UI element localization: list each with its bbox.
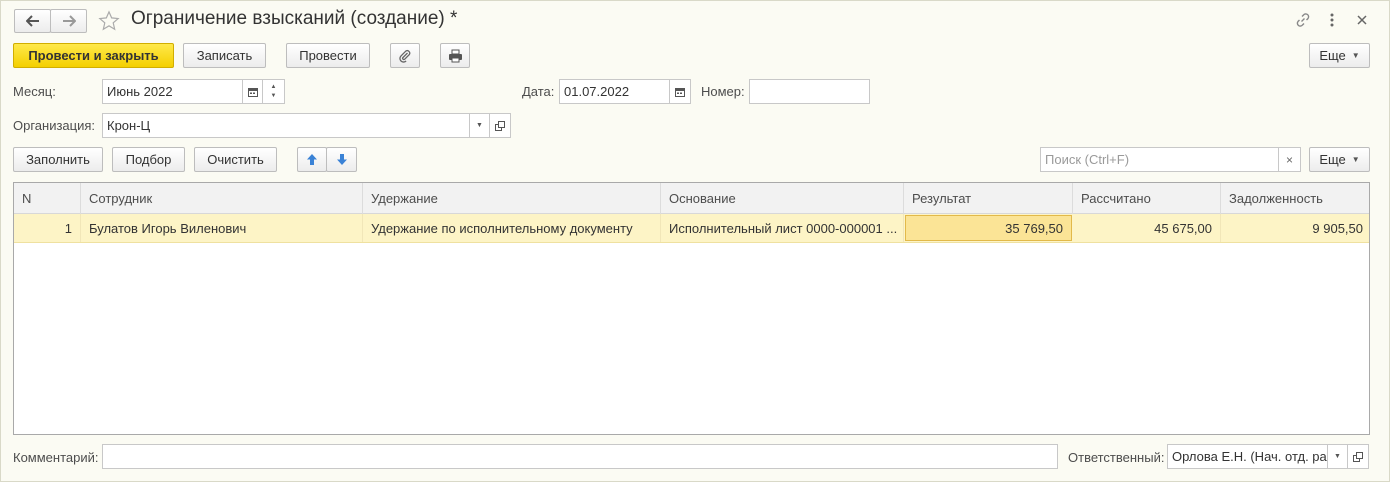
responsible-open-button[interactable]: [1347, 444, 1369, 469]
more-label: Еще: [1319, 48, 1346, 63]
calendar-button[interactable]: [242, 79, 263, 104]
calendar-icon: [247, 87, 258, 97]
organization-label: Организация:: [13, 118, 96, 133]
table-header: N Сотрудник Удержание Основание Результа…: [14, 183, 1369, 214]
table-more-button[interactable]: Еще ▼: [1309, 147, 1370, 172]
month-field[interactable]: Июнь 2022: [102, 79, 243, 104]
row-result[interactable]: 35 769,50: [905, 215, 1072, 241]
chevron-down-icon[interactable]: ▼: [271, 93, 277, 99]
clear-button[interactable]: Очистить: [194, 147, 277, 172]
number-label: Номер:: [701, 84, 745, 99]
forward-button[interactable]: [50, 9, 87, 33]
paperclip-icon: [398, 49, 412, 63]
comment-label: Комментарий:: [13, 450, 99, 465]
arrow-right-icon: [62, 15, 76, 27]
column-header-basis[interactable]: Основание: [661, 183, 904, 214]
row-employee[interactable]: Булатов Игорь Виленович: [81, 214, 363, 242]
column-header-calculated[interactable]: Рассчитано: [1073, 183, 1221, 214]
responsible-label: Ответственный:: [1068, 450, 1165, 465]
row-debt[interactable]: 9 905,50: [1221, 214, 1369, 242]
search-clear-button[interactable]: ×: [1278, 147, 1301, 172]
date-field[interactable]: 01.07.2022: [559, 79, 670, 104]
date-label: Дата:: [522, 84, 555, 99]
arrow-down-icon: [336, 153, 348, 166]
column-header-employee[interactable]: Сотрудник: [81, 183, 363, 214]
back-button[interactable]: [14, 9, 51, 33]
chevron-down-icon: ▼: [1351, 155, 1360, 164]
calendar-icon: [675, 87, 685, 97]
column-header-n[interactable]: N: [14, 183, 81, 214]
link-icon[interactable]: [1293, 10, 1313, 30]
arrow-left-icon: [25, 15, 40, 27]
save-button[interactable]: Записать: [183, 43, 266, 68]
month-stepper[interactable]: ▲ ▼: [262, 79, 285, 104]
date-calendar-button[interactable]: [669, 79, 691, 104]
open-window-icon: [495, 120, 505, 131]
chevron-down-icon: ▼: [1351, 51, 1360, 60]
organization-dropdown-button[interactable]: ▼: [469, 113, 490, 138]
comment-field[interactable]: [102, 444, 1058, 469]
chevron-down-icon: ▼: [1334, 453, 1341, 460]
responsible-field[interactable]: Орлова Е.Н. (Нач. отд. ра: [1167, 444, 1328, 469]
column-header-result[interactable]: Результат: [904, 183, 1073, 214]
arrow-up-icon: [306, 153, 318, 166]
table-row[interactable]: 1 Булатов Игорь Виленович Удержание по и…: [14, 214, 1369, 243]
more-button[interactable]: Еще ▼: [1309, 43, 1370, 68]
printer-icon: [448, 49, 463, 63]
search-placeholder: Поиск (Ctrl+F): [1045, 152, 1130, 167]
print-button[interactable]: [440, 43, 470, 68]
chevron-down-icon: ▼: [476, 122, 483, 129]
responsible-dropdown-button[interactable]: ▼: [1327, 444, 1348, 469]
organization-open-button[interactable]: [489, 113, 511, 138]
row-number: 1: [14, 214, 81, 242]
column-header-deduction[interactable]: Удержание: [363, 183, 661, 214]
post-button[interactable]: Провести: [286, 43, 370, 68]
more-label: Еще: [1319, 152, 1346, 167]
month-label: Месяц:: [13, 84, 56, 99]
post-and-close-button[interactable]: Провести и закрыть: [13, 43, 174, 68]
star-icon[interactable]: [97, 9, 121, 33]
row-basis[interactable]: Исполнительный лист 0000-000001 ...: [661, 214, 904, 242]
column-header-debt[interactable]: Задолженность: [1221, 183, 1369, 214]
move-up-button[interactable]: [297, 147, 327, 172]
row-calculated[interactable]: 45 675,00: [1073, 214, 1221, 242]
number-field[interactable]: [749, 79, 870, 104]
attach-button[interactable]: [390, 43, 420, 68]
search-input[interactable]: Поиск (Ctrl+F): [1040, 147, 1280, 172]
organization-field[interactable]: Крон-Ц: [102, 113, 471, 138]
more-vertical-icon[interactable]: [1323, 10, 1341, 30]
deductions-table[interactable]: N Сотрудник Удержание Основание Результа…: [13, 182, 1370, 435]
close-icon[interactable]: [1352, 10, 1372, 30]
move-down-button[interactable]: [326, 147, 357, 172]
window-title: Ограничение взысканий (создание) *: [131, 8, 458, 29]
row-deduction[interactable]: Удержание по исполнительному документу: [363, 214, 661, 242]
open-window-icon: [1353, 451, 1363, 462]
fill-button[interactable]: Заполнить: [13, 147, 103, 172]
select-button[interactable]: Подбор: [112, 147, 185, 172]
close-icon: ×: [1285, 152, 1293, 167]
chevron-up-icon[interactable]: ▲: [271, 84, 277, 90]
